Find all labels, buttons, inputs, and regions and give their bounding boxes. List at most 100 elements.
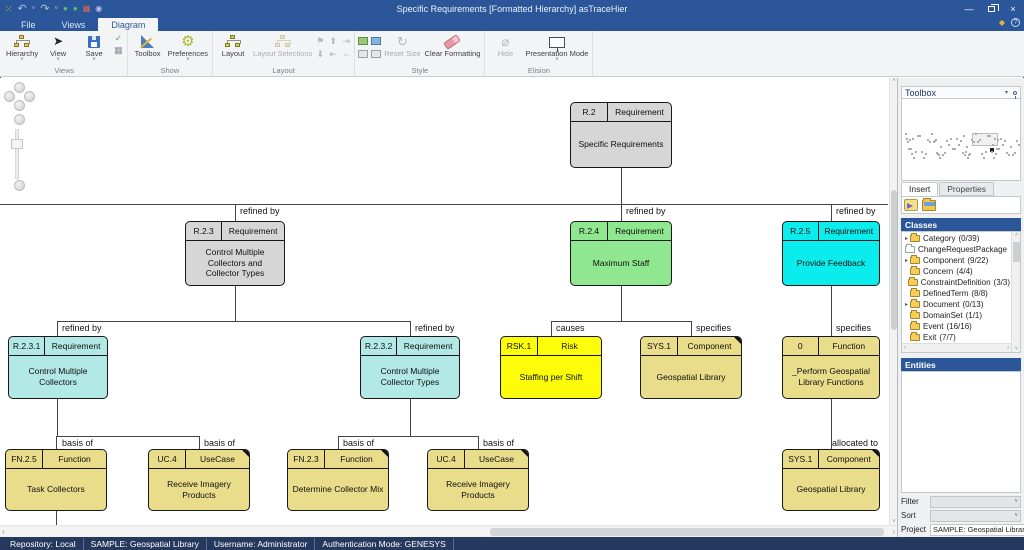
minimap[interactable] — [901, 99, 1021, 181]
reset-size-button[interactable]: ↻ Reset Size — [382, 32, 422, 58]
diagram-node-FN.2.5[interactable]: FN.2.5FunctionTask Collectors — [5, 449, 107, 511]
expander-icon[interactable]: ▸ — [903, 301, 910, 308]
pan-up-button[interactable] — [14, 82, 25, 93]
layout-button[interactable]: Layout — [215, 32, 251, 58]
align-up-icon[interactable]: ⬆ — [327, 35, 339, 47]
zoom-slider-thumb[interactable] — [11, 139, 23, 149]
diagram-node-UC.4[interactable]: UC.4UseCaseReceive Imagery Products — [427, 449, 529, 511]
class-item-Document[interactable]: ▸Document(0/13) — [903, 299, 1010, 310]
line-style-icon[interactable] — [371, 37, 381, 45]
pin-icon[interactable] — [1013, 91, 1017, 95]
toolbox-header[interactable]: Toolbox ▾ — [901, 86, 1021, 99]
redo-dropdown-icon[interactable]: ˅ — [55, 4, 59, 14]
paste-style-icon[interactable] — [371, 50, 381, 58]
fit-diagram-icon[interactable]: ▦ — [114, 46, 123, 55]
class-item-DomainSet[interactable]: DomainSet(1/1) — [903, 310, 1010, 321]
classes-horizontal-scrollbar[interactable]: ‹› — [902, 343, 1011, 352]
tab-properties[interactable]: Properties — [939, 182, 994, 196]
class-item-ChangeRequestPackage[interactable]: ChangeRequestPackage — [903, 244, 1010, 255]
node-number: R.2.5 — [783, 222, 819, 240]
tab-diagram[interactable]: Diagram — [98, 18, 158, 31]
align-left-icon[interactable]: ⇤ — [327, 48, 339, 60]
minimap-node-dot — [919, 135, 921, 137]
preferences-button[interactable]: ⚙ Preferences ˅ — [166, 32, 210, 64]
diagram-node-R.2.5[interactable]: R.2.5RequirementProvide Feedback — [782, 221, 880, 286]
pan-down-button[interactable] — [14, 100, 25, 111]
zoom-out-button[interactable] — [14, 180, 25, 191]
undo-dropdown-icon[interactable]: ˅ — [32, 4, 36, 14]
help-icon[interactable]: ? — [1011, 18, 1020, 27]
tab-file[interactable]: File — [8, 18, 49, 31]
undo-icon[interactable]: ↶ — [18, 4, 27, 14]
save-button[interactable]: Save ˅ — [76, 32, 112, 64]
classes-vertical-scrollbar[interactable]: ˄˅ — [1011, 232, 1020, 352]
distribute-icon[interactable]: ⇔ — [340, 48, 352, 60]
tab-insert[interactable]: Insert — [901, 182, 938, 196]
filter-select[interactable]: ˅ — [930, 496, 1021, 508]
class-item-Category[interactable]: ▸Category(0/39) — [903, 233, 1010, 244]
diagram-node-FN.2.3[interactable]: FN.2.3FunctionDetermine Collector Mix — [287, 449, 389, 511]
about-icon[interactable]: ◉ — [95, 4, 102, 14]
presentation-mode-button[interactable]: Presentation Mode ˅ — [523, 32, 590, 64]
diagram-node-0[interactable]: 0Function_Perform Geospatial Library Fun… — [782, 336, 880, 399]
layout-selections-button[interactable]: Layout Selections — [251, 32, 314, 58]
canvas-vertical-scrollbar[interactable]: ˄ ˅ — [889, 78, 897, 525]
expander-icon[interactable]: ▸ — [903, 257, 910, 264]
entities-list[interactable] — [901, 371, 1021, 493]
classes-list[interactable]: ˄˅ ▸Category(0/39)ChangeRequestPackage▸C… — [901, 231, 1021, 353]
diagram-node-RSK.1[interactable]: RSK.1RiskStaffing per Shift — [500, 336, 602, 399]
diagram-node-SYS.1[interactable]: SYS.1ComponentGeospatial Library — [782, 449, 880, 511]
insert-package-icon[interactable] — [922, 200, 936, 211]
expander-icon[interactable]: ▸ — [903, 235, 910, 242]
class-item-DefinedTerm[interactable]: DefinedTerm(8/8) — [903, 288, 1010, 299]
style-tools — [357, 32, 382, 60]
toolbox-menu-icon[interactable]: ▾ — [1005, 89, 1008, 96]
sort-select[interactable]: ˅ — [930, 510, 1021, 522]
class-item-ConstraintDefinition[interactable]: ConstraintDefinition(3/3) — [903, 277, 1010, 288]
status-green-icon-2[interactable]: ● — [73, 4, 78, 14]
diagram-node-R.2.3[interactable]: R.2.3RequirementControl Multiple Collect… — [185, 221, 285, 286]
close-button[interactable]: × — [1002, 0, 1024, 17]
toolbox-button[interactable]: Toolbox — [130, 32, 166, 58]
diagram-canvas[interactable]: refined byrefined byrefined byrefined by… — [0, 78, 889, 525]
check-icon[interactable]: ✓ — [114, 34, 123, 43]
fill-style-icon[interactable] — [358, 37, 368, 45]
vertical-scroll-thumb[interactable] — [891, 190, 897, 330]
minimize-button[interactable]: — — [958, 0, 980, 17]
clear-formatting-button[interactable]: Clear Formatting — [423, 32, 483, 58]
redo-icon[interactable]: ↷ — [40, 4, 49, 14]
pan-right-button[interactable] — [24, 91, 35, 102]
copy-style-icon[interactable] — [358, 50, 368, 58]
horizontal-scroll-thumb[interactable] — [490, 528, 884, 536]
diagram-node-R.2.4[interactable]: R.2.4RequirementMaximum Staff — [570, 221, 672, 286]
class-item-Component[interactable]: ▸Component(9/22) — [903, 255, 1010, 266]
class-item-Concern[interactable]: Concern(4/4) — [903, 266, 1010, 277]
zoom-in-button[interactable] — [14, 114, 25, 125]
align-flag-icon[interactable]: ⚑ — [314, 35, 326, 47]
restore-button[interactable] — [980, 0, 1002, 17]
class-item-Event[interactable]: Event(16/16) — [903, 321, 1010, 332]
diagram-node-R.2.3.1[interactable]: R.2.3.1RequirementControl Multiple Colle… — [8, 336, 108, 399]
project-select[interactable]: SAMPLE: Geospatial Library ˅ — [930, 524, 1024, 536]
hide-button[interactable]: ⌀ Hide — [487, 32, 523, 58]
align-down-icon[interactable]: ⬇ — [314, 48, 326, 60]
pan-left-button[interactable] — [4, 91, 15, 102]
diagram-node-R.2.3.2[interactable]: R.2.3.2RequirementControl Multiple Colle… — [360, 336, 460, 399]
diagram-node-SYS.1[interactable]: SYS.1ComponentGeospatial Library — [640, 336, 742, 399]
grid-icon[interactable]: ▦ — [83, 4, 91, 14]
class-item-Exit[interactable]: Exit(7/7) — [903, 332, 1010, 343]
hierarchy-button[interactable]: Hierarchy ˅ — [4, 32, 40, 64]
minimap-node-dot — [1016, 140, 1018, 142]
customize-ribbon-icon[interactable]: ◆ — [999, 19, 1005, 27]
node-type: Requirement — [819, 222, 879, 240]
status-green-icon[interactable]: ● — [63, 4, 68, 14]
view-button[interactable]: ➤ View ˅ — [40, 32, 76, 64]
group-label-style: Style — [357, 66, 482, 76]
diagram-node-UC.4[interactable]: UC.4UseCaseReceive Imagery Products — [148, 449, 250, 511]
diagram-node-R.2[interactable]: R.2RequirementSpecific Requirements — [570, 102, 672, 168]
canvas-horizontal-scrollbar[interactable]: ‹ › — [0, 525, 897, 537]
tab-views[interactable]: Views — [49, 18, 99, 31]
zoom-slider-track[interactable] — [15, 129, 19, 179]
insert-entity-icon[interactable] — [904, 199, 918, 211]
align-right-icon[interactable]: ⇥ — [340, 35, 352, 47]
